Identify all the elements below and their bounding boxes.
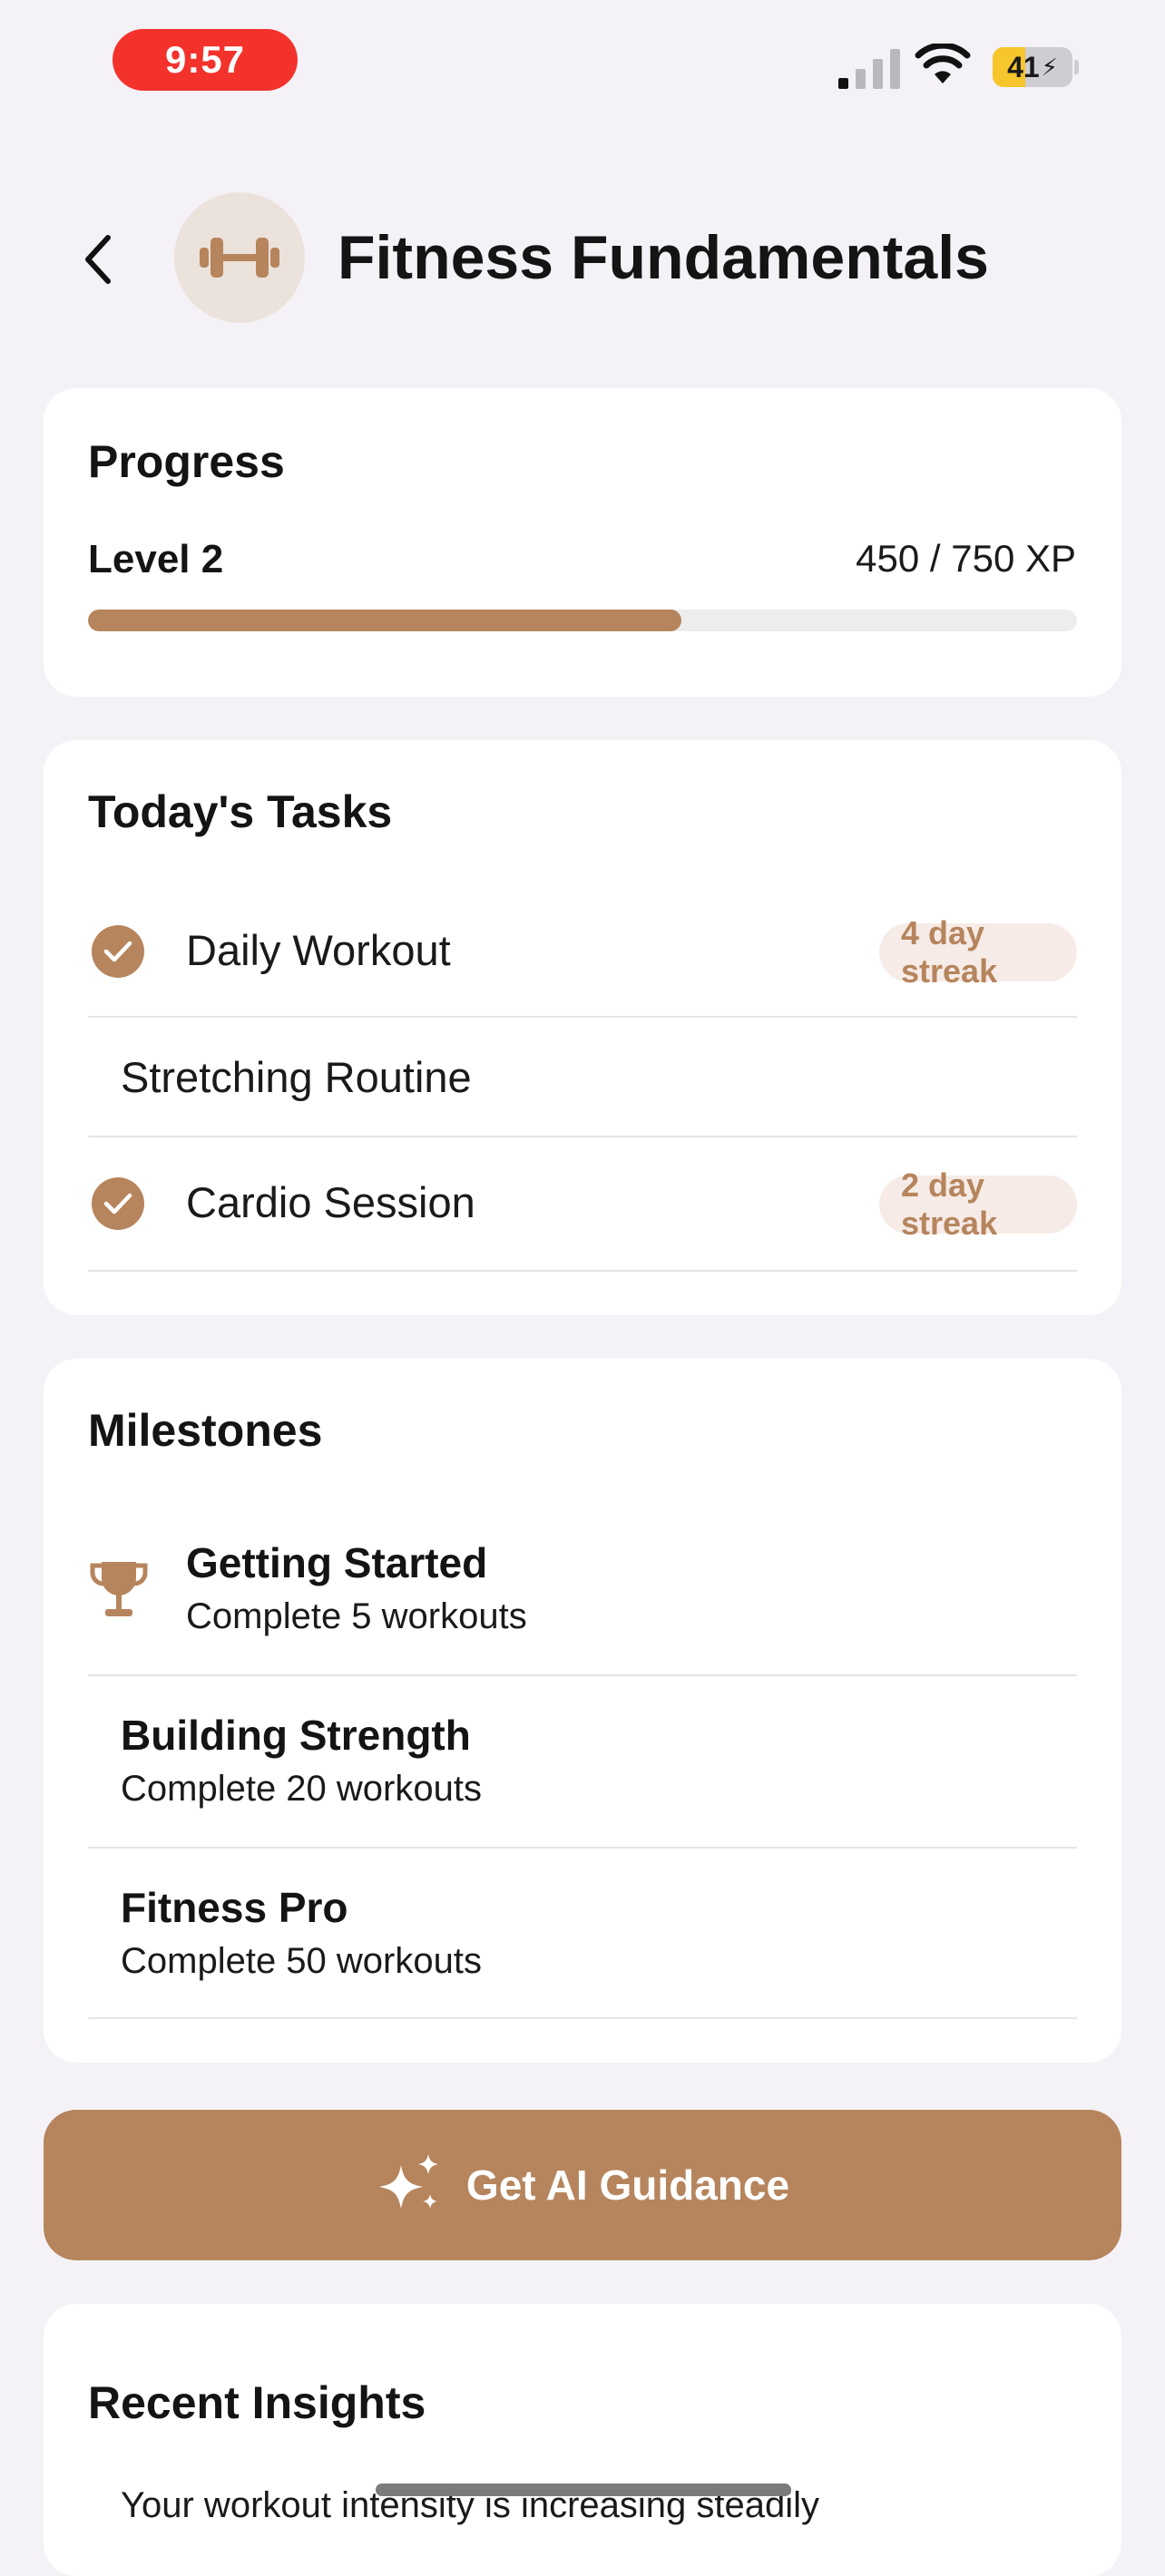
streak-badge: 2 day streak — [879, 1166, 1077, 1242]
battery-indicator: 41 ⚡ — [993, 47, 1072, 87]
trophy-icon — [90, 1562, 148, 1616]
status-time: 9:57 — [113, 29, 298, 91]
milestones-card: Milestones Getting Started Complete 5 wo… — [44, 1359, 1121, 2063]
progress-card: Progress Level 2 450 / 750 XP — [44, 388, 1121, 697]
tasks-card-title: Today's Tasks — [88, 786, 393, 837]
xp-progress-bar — [88, 610, 1077, 631]
category-icon-badge — [174, 192, 305, 323]
insights-card-title: Recent Insights — [88, 2377, 426, 2428]
divider — [88, 1847, 1077, 1849]
page-title: Fitness Fundamentals — [338, 223, 989, 292]
divider — [88, 1674, 1077, 1676]
milestone-description: Complete 20 workouts — [121, 1769, 482, 1809]
insights-card: Recent Insights — [44, 2304, 1121, 2576]
milestone-description: Complete 5 workouts — [186, 1596, 527, 1636]
get-ai-guidance-label: Get AI Guidance — [465, 2161, 790, 2209]
milestone-description: Complete 50 workouts — [121, 1941, 482, 1981]
divider — [88, 1016, 1077, 1018]
streak-badge: 4 day streak — [879, 914, 1077, 990]
divider — [88, 1136, 1077, 1137]
task-label: Daily Workout — [186, 926, 451, 974]
task-label: Cardio Session — [186, 1178, 475, 1226]
level-label: Level 2 — [88, 537, 224, 581]
milestone-title: Fitness Pro — [121, 1884, 348, 1931]
chevron-left-icon — [85, 235, 111, 284]
milestones-card-title: Milestones — [88, 1405, 323, 1456]
milestone-title: Getting Started — [186, 1539, 488, 1586]
sparkles-icon — [378, 2154, 438, 2209]
back-button[interactable] — [71, 221, 125, 298]
check-circle-icon[interactable] — [92, 925, 144, 978]
wifi-icon — [915, 44, 971, 83]
battery-percent: 41 ⚡ — [1007, 50, 1058, 83]
progress-card-title: Progress — [88, 436, 285, 487]
dumbbell-icon — [200, 238, 279, 278]
tasks-card: Today's Tasks Daily Workout 4 day streak… — [44, 740, 1121, 1315]
xp-label: 450 / 750 XP — [856, 537, 1076, 580]
task-label: Stretching Routine — [121, 1053, 472, 1101]
cellular-signal-icon — [838, 49, 900, 89]
milestone-title: Building Strength — [121, 1712, 471, 1759]
get-ai-guidance-button[interactable]: Get AI Guidance — [44, 2110, 1121, 2260]
home-indicator[interactable] — [376, 2483, 791, 2496]
divider — [88, 1270, 1077, 1272]
xp-progress-fill — [88, 610, 681, 631]
divider — [88, 2017, 1077, 2019]
check-circle-icon[interactable] — [92, 1177, 144, 1230]
battery-nub — [1074, 60, 1079, 74]
